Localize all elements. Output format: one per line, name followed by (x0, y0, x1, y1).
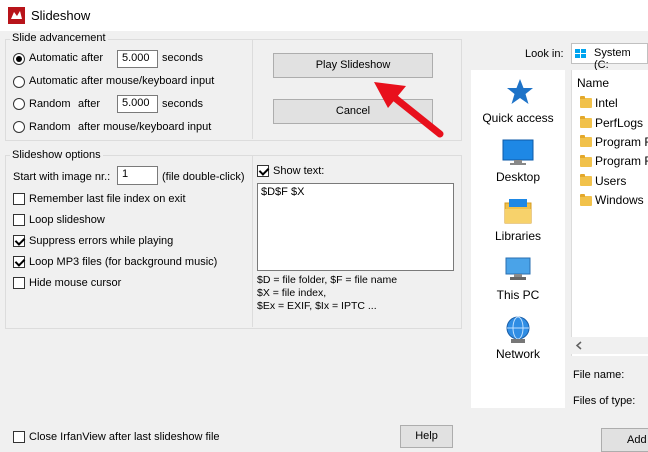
look-in-label: Look in: (525, 48, 564, 60)
show-text-help-2: $X = file index, (257, 287, 327, 299)
files-of-type-label: Files of type: (573, 395, 636, 407)
annotation-arrow-icon (374, 82, 444, 138)
folder-item[interactable]: Intel (595, 96, 618, 110)
loop-mp3-label[interactable]: Loop MP3 files (for background music) (29, 256, 217, 268)
random-after-label: after (78, 98, 101, 110)
show-text-divider (252, 155, 253, 327)
place-libraries[interactable]: Libraries (476, 229, 560, 243)
folder-icon (580, 194, 592, 206)
folder-icon (580, 116, 592, 128)
suppress-errors-label[interactable]: Suppress errors while playing (29, 235, 173, 247)
drive-icon (575, 49, 586, 58)
loop-mp3-checkbox[interactable] (13, 256, 25, 268)
place-quick-access[interactable]: Quick access (476, 111, 560, 125)
this-pc-icon (505, 257, 531, 280)
place-desktop[interactable]: Desktop (476, 170, 560, 184)
random-input-label[interactable]: Random (29, 121, 71, 133)
folder-item[interactable]: Program F (595, 154, 648, 168)
folder-icon (580, 155, 592, 167)
place-network[interactable]: Network (476, 347, 560, 361)
show-text-help-1: $D = file folder, $F = file name (257, 274, 398, 286)
hide-cursor-label[interactable]: Hide mouse cursor (29, 277, 121, 289)
folder-item[interactable]: Windows (595, 193, 644, 207)
folder-icon (580, 96, 592, 108)
column-header-name[interactable]: Name (577, 76, 609, 90)
start-image-label: Start with image nr.: (13, 171, 111, 183)
look-in-combobox[interactable]: System (C: (571, 43, 648, 71)
folder-item[interactable]: Program F (595, 135, 648, 149)
random-input-suffix: after mouse/keyboard input (78, 121, 212, 133)
radio-automatic-after[interactable] (13, 53, 25, 65)
folder-icon (580, 135, 592, 147)
automatic-input-label[interactable]: Automatic after mouse/keyboard input (29, 75, 214, 87)
random-label[interactable]: Random (29, 98, 71, 110)
network-icon (506, 316, 530, 343)
libraries-icon (504, 199, 532, 224)
title-bar: Slideshow (0, 0, 648, 31)
slide-advancement-legend: Slide advancement (10, 32, 108, 44)
help-button[interactable]: Help (400, 425, 453, 448)
show-text-help-3: $Ex = EXIF, $Ix = IPTC ... (257, 300, 377, 312)
add-button-label: Add (627, 434, 647, 446)
folder-item[interactable]: PerfLogs (595, 116, 643, 130)
show-text-field[interactable]: $D$F $X (257, 183, 454, 271)
radio-random-after[interactable] (13, 98, 25, 110)
file-name-label: File name: (573, 369, 625, 381)
start-image-hint: (file double-click) (162, 171, 245, 183)
seconds-label-1: seconds (162, 52, 203, 64)
seconds-label-2: seconds (162, 98, 203, 110)
start-image-input[interactable]: 1 (117, 166, 158, 185)
place-this-pc[interactable]: This PC (476, 288, 560, 302)
remember-index-label[interactable]: Remember last file index on exit (29, 193, 186, 205)
automatic-after-seconds-input[interactable]: 5.000 (117, 50, 158, 68)
window-title: Slideshow (31, 8, 91, 23)
desktop-icon (502, 139, 534, 165)
irfanview-app-icon (8, 7, 25, 24)
random-seconds-input[interactable]: 5.000 (117, 95, 158, 113)
radio-random-input[interactable] (13, 121, 25, 133)
folder-icon (580, 174, 592, 186)
close-irfanview-label[interactable]: Close IrfanView after last slideshow fil… (29, 431, 220, 443)
suppress-errors-checkbox[interactable] (13, 235, 25, 247)
add-button[interactable]: Add (601, 428, 648, 452)
scroll-left-icon[interactable] (575, 341, 583, 350)
loop-slideshow-checkbox[interactable] (13, 214, 25, 226)
show-text-label[interactable]: Show text: (273, 165, 324, 177)
automatic-after-label[interactable]: Automatic after (29, 52, 103, 64)
quick-access-star-icon (507, 79, 533, 104)
file-list (571, 70, 648, 356)
close-irfanview-checkbox[interactable] (13, 431, 25, 443)
radio-automatic-input[interactable] (13, 76, 25, 88)
folder-item[interactable]: Users (595, 174, 626, 188)
remember-index-checkbox[interactable] (13, 193, 25, 205)
show-text-checkbox[interactable] (257, 165, 269, 177)
loop-slideshow-label[interactable]: Loop slideshow (29, 214, 105, 226)
hide-cursor-checkbox[interactable] (13, 277, 25, 289)
slideshow-options-legend: Slideshow options (10, 149, 103, 161)
look-in-value: System (C: (594, 47, 631, 71)
